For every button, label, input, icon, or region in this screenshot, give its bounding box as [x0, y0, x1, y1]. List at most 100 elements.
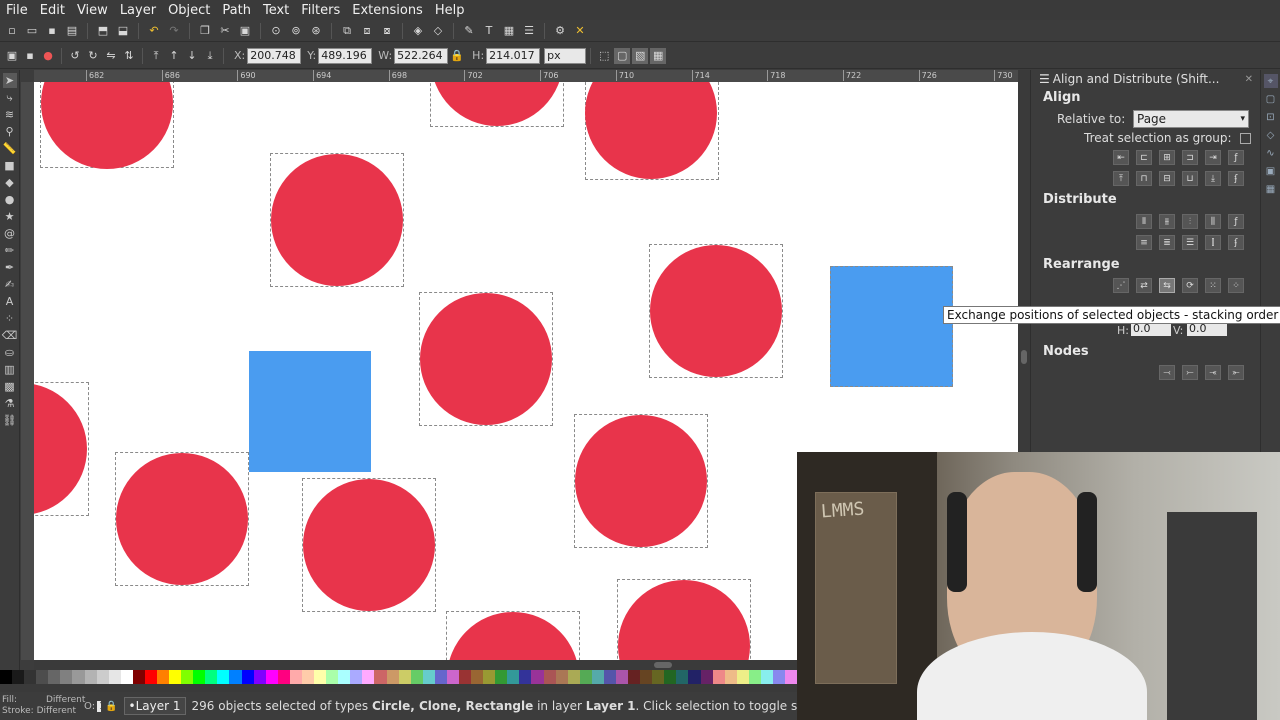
- palette-swatch[interactable]: [338, 670, 351, 684]
- scroll-thumb[interactable]: [654, 662, 672, 668]
- calligraphy-tool-icon[interactable]: ✍: [3, 277, 17, 292]
- palette-swatch[interactable]: [132, 670, 145, 684]
- palette-swatch[interactable]: [483, 670, 496, 684]
- lock-ratio-icon[interactable]: 🔒: [449, 48, 465, 64]
- mesh-tool-icon[interactable]: ▩: [3, 379, 17, 394]
- lower-to-bottom-icon[interactable]: ⤓: [202, 48, 218, 64]
- open-icon[interactable]: ▭: [24, 23, 40, 39]
- rectangle-tool-icon[interactable]: ■: [3, 158, 17, 173]
- layer-select[interactable]: •Layer 1: [123, 697, 186, 715]
- distribute-centers-v-icon[interactable]: ≣: [1159, 235, 1175, 250]
- palette-scrollbar[interactable]: [0, 684, 797, 692]
- palette-swatch[interactable]: [471, 670, 484, 684]
- palette-swatch[interactable]: [640, 670, 653, 684]
- vertical-ruler[interactable]: [21, 82, 34, 660]
- palette-swatch[interactable]: [507, 670, 520, 684]
- palette-swatch[interactable]: [229, 670, 242, 684]
- palette-swatch[interactable]: [567, 670, 580, 684]
- palette-swatch[interactable]: [676, 670, 689, 684]
- distribute-right-icon[interactable]: ⫶: [1182, 214, 1198, 229]
- align-bottom-to-top-icon[interactable]: ⤒: [1113, 171, 1129, 186]
- align-left-to-right-icon[interactable]: ⇥: [1205, 150, 1221, 165]
- palette-swatch[interactable]: [434, 670, 447, 684]
- snap-grid-icon[interactable]: ▦: [1264, 182, 1278, 196]
- clone-icon[interactable]: ⧈: [359, 23, 375, 39]
- palette-swatch[interactable]: [760, 670, 773, 684]
- center-vertical-axis-icon[interactable]: ⊞: [1159, 150, 1175, 165]
- align-right-edges-icon[interactable]: ⊐: [1182, 150, 1198, 165]
- node-tool-icon[interactable]: ⤷: [3, 90, 17, 105]
- spiral-tool-icon[interactable]: @: [3, 226, 17, 241]
- align-nodes-h-icon[interactable]: ⤙: [1159, 365, 1175, 380]
- zoom-selection-icon[interactable]: ⊙: [268, 23, 284, 39]
- connector-tool-icon[interactable]: ⛓: [3, 413, 17, 428]
- select-all-icon[interactable]: ▣: [4, 48, 20, 64]
- circle[interactable]: [303, 479, 435, 611]
- circle[interactable]: [420, 293, 552, 425]
- palette-swatch[interactable]: [108, 670, 121, 684]
- palette-swatch[interactable]: [362, 670, 375, 684]
- palette-swatch[interactable]: [700, 670, 713, 684]
- palette-swatch[interactable]: [615, 670, 629, 684]
- graph-layout-icon[interactable]: ⋰: [1113, 278, 1129, 293]
- palette-swatch[interactable]: [301, 670, 315, 684]
- 3d-box-tool-icon[interactable]: ◆: [3, 175, 17, 190]
- align-left-edges-icon[interactable]: ⊏: [1136, 150, 1152, 165]
- palette-swatch[interactable]: [748, 670, 761, 684]
- palette-swatch[interactable]: [458, 670, 472, 684]
- measure-tool-icon[interactable]: 📏: [3, 141, 17, 156]
- undo-icon[interactable]: ↶: [146, 23, 162, 39]
- palette-swatch[interactable]: [422, 670, 435, 684]
- gradient-tool-icon[interactable]: ▥: [3, 362, 17, 377]
- exchange-selection-order-icon[interactable]: ⇄: [1136, 278, 1152, 293]
- palette-swatch[interactable]: [289, 670, 302, 684]
- export-icon[interactable]: ⬓: [115, 23, 131, 39]
- document-properties-icon[interactable]: ✕: [572, 23, 588, 39]
- zoom-tool-icon[interactable]: ⚲: [3, 124, 17, 139]
- palette-swatch[interactable]: [579, 670, 592, 684]
- scroll-thumb[interactable]: [1021, 350, 1027, 364]
- palette-swatch[interactable]: [603, 670, 616, 684]
- palette-swatch[interactable]: [495, 670, 508, 684]
- palette-swatch[interactable]: [519, 670, 532, 684]
- group-icon[interactable]: ◈: [410, 23, 426, 39]
- palette-swatch[interactable]: [60, 670, 73, 684]
- circle[interactable]: [575, 415, 707, 547]
- flip-horizontal-icon[interactable]: ⇋: [103, 48, 119, 64]
- color-palette[interactable]: [0, 670, 798, 684]
- palette-swatch[interactable]: [326, 670, 339, 684]
- palette-swatch[interactable]: [664, 670, 677, 684]
- palette-swatch[interactable]: [253, 670, 266, 684]
- circle[interactable]: [116, 453, 248, 585]
- align-baseline-icon[interactable]: ƒ: [1228, 150, 1244, 165]
- palette-swatch[interactable]: [217, 670, 230, 684]
- align-right-to-left-icon[interactable]: ⇤: [1113, 150, 1129, 165]
- tweak-tool-icon[interactable]: ≋: [3, 107, 17, 122]
- distribute-top-icon[interactable]: ≡: [1136, 235, 1152, 250]
- rotate-cw-icon[interactable]: ↻: [85, 48, 101, 64]
- text-tool-icon[interactable]: A: [3, 294, 17, 309]
- align-top-edges-icon[interactable]: ⊓: [1136, 171, 1152, 186]
- palette-swatch[interactable]: [688, 670, 701, 684]
- ellipse-tool-icon[interactable]: ●: [3, 192, 17, 207]
- palette-swatch[interactable]: [193, 670, 206, 684]
- fill-stroke-icon[interactable]: ✎: [461, 23, 477, 39]
- menu-file[interactable]: File: [0, 3, 34, 18]
- selector-tool-icon[interactable]: ➤: [2, 73, 17, 88]
- close-icon[interactable]: ✕: [1245, 74, 1253, 85]
- distribute-nodes-h-icon[interactable]: ⤛: [1205, 365, 1221, 380]
- align-top-to-bottom-icon[interactable]: ⤓: [1205, 171, 1221, 186]
- palette-swatch[interactable]: [410, 670, 423, 684]
- snap-nodes-icon[interactable]: ◇: [1264, 128, 1278, 142]
- zoom-page-icon[interactable]: ⊛: [308, 23, 324, 39]
- rotate-ccw-icon[interactable]: ↺: [67, 48, 83, 64]
- palette-swatch[interactable]: [144, 670, 158, 684]
- exchange-clockwise-icon[interactable]: ⟳: [1182, 278, 1198, 293]
- raise-icon[interactable]: ↑: [166, 48, 182, 64]
- menu-help[interactable]: Help: [429, 3, 471, 18]
- dropper-tool-icon[interactable]: ⚗: [3, 396, 17, 411]
- y-input[interactable]: 489.196: [318, 47, 373, 64]
- menu-text[interactable]: Text: [257, 3, 295, 18]
- ungroup-icon[interactable]: ◇: [430, 23, 446, 39]
- menu-filters[interactable]: Filters: [295, 3, 346, 18]
